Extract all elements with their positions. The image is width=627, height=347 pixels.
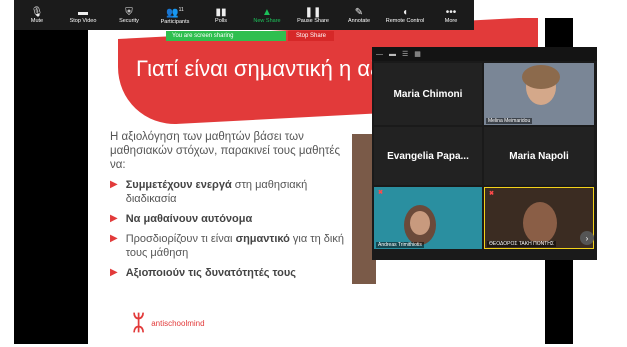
camera-icon: ▬ bbox=[78, 6, 88, 18]
bullet-triangle-icon: ▶ bbox=[110, 267, 118, 278]
slide-paragraph: Η αξιολόγηση των μαθητών βάσει των μαθησ… bbox=[110, 131, 341, 171]
video-gallery-panel: — ▬ ☰ ▦ Maria Chimoni Melina Meimaridou … bbox=[372, 47, 597, 260]
participant-hair bbox=[522, 65, 560, 89]
pen-icon: ✎ bbox=[354, 6, 364, 18]
more-button[interactable]: ••• More bbox=[428, 0, 474, 30]
view-toggle-icon[interactable]: ▬ bbox=[389, 51, 396, 58]
shared-screen: Γιατί είναι σημαντική η αξ Η αξιολόγηση … bbox=[0, 0, 627, 347]
polls-icon: ▮▮ bbox=[215, 6, 227, 18]
participants-button[interactable]: 👥11 Participants bbox=[152, 0, 198, 30]
bullet-triangle-icon: ▶ bbox=[110, 213, 118, 224]
bullet-item: ▶ Συμμετέχουν ενεργά στη μαθησιακή διαδικ… bbox=[110, 179, 308, 205]
shield-icon: ⛨ bbox=[125, 6, 133, 18]
participants-icon: 👥11 bbox=[166, 7, 184, 19]
participant-tile[interactable]: Maria Chimoni bbox=[374, 63, 482, 125]
bullet-item: ▶ Προσδιορίζουν τι είναι σημαντικό για τη… bbox=[110, 233, 344, 259]
new-share-button[interactable]: ▲ New Share bbox=[244, 0, 290, 30]
bullet-item: ▶ Να μαθαίνουν αυτόνομα bbox=[110, 213, 253, 225]
stop-video-button[interactable]: ▬ Stop Video bbox=[60, 0, 106, 30]
polls-button[interactable]: ▮▮ Polls bbox=[198, 0, 244, 30]
participant-tile-active-speaker[interactable]: ✖ ΘΕΟΔΟΡΟΣ ΤΑΚΗ ΠΟΝΤΗΣ bbox=[484, 187, 594, 249]
participant-tile[interactable]: Maria Napoli bbox=[484, 127, 594, 185]
slide-title: Γιατί είναι σημαντική η αξ bbox=[136, 56, 380, 81]
participant-tile[interactable]: ✖ Andreas Trimithiotis bbox=[374, 187, 482, 249]
bullet-item: ▶ Αξιοποιούν τις δυνατότητές τους bbox=[110, 267, 296, 279]
antischoolmind-logo: ᛯ antischoolmind bbox=[132, 310, 205, 335]
share-icon: ▲ bbox=[262, 6, 272, 18]
next-page-button[interactable]: › bbox=[580, 231, 594, 245]
pause-icon: ❚❚ bbox=[304, 6, 322, 18]
panel-header: — ▬ ☰ ▦ bbox=[372, 47, 597, 61]
security-button[interactable]: ⛨ Security bbox=[106, 0, 152, 30]
bullet-triangle-icon: ▶ bbox=[110, 179, 118, 190]
chevron-right-icon: › bbox=[585, 233, 589, 243]
more-icon: ••• bbox=[445, 6, 457, 18]
mouse-icon: ◖ bbox=[401, 6, 409, 18]
bullet-triangle-icon: ▶ bbox=[110, 233, 118, 244]
mute-button[interactable]: 🎙 Mute bbox=[14, 0, 60, 30]
gallery-view-icon[interactable]: ▦ bbox=[414, 50, 421, 58]
letterbox-left bbox=[14, 18, 88, 344]
microphone-icon: 🎙 bbox=[30, 6, 44, 18]
stop-share-button[interactable]: Stop Share bbox=[288, 31, 334, 41]
muted-mic-icon: ✖ bbox=[489, 191, 495, 197]
zoom-toolbar: 🎙 Mute ▬ Stop Video ⛨ Security 👥11 Participa… bbox=[14, 0, 474, 30]
remote-control-button[interactable]: ◖ Remote Control bbox=[382, 0, 428, 30]
people-logo-icon: ᛯ bbox=[132, 310, 146, 335]
speaker-view-icon[interactable]: ☰ bbox=[402, 50, 408, 58]
participant-video bbox=[523, 202, 557, 244]
muted-mic-icon: ✖ bbox=[378, 190, 384, 196]
annotate-button[interactable]: ✎ Annotate bbox=[336, 0, 382, 30]
participant-face bbox=[410, 211, 430, 235]
slide-bullet-list: ▶ Συμμετέχουν ενεργά στη μαθησιακή διαδικ… bbox=[110, 178, 350, 286]
screen-sharing-indicator: You are screen sharing bbox=[166, 31, 286, 41]
participant-tile[interactable]: Evangelia Papa... bbox=[374, 127, 482, 185]
participant-tile[interactable]: Melina Meimaridou bbox=[484, 63, 594, 125]
pause-share-button[interactable]: ❚❚ Pause Share bbox=[290, 0, 336, 30]
minimize-icon[interactable]: — bbox=[376, 51, 383, 58]
